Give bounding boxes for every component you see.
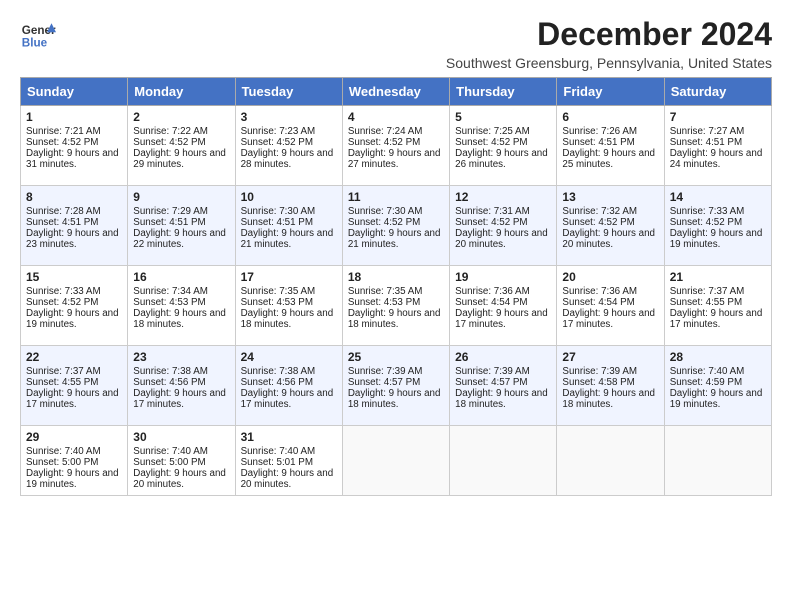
calendar-row-week3: 15 Sunrise: 7:33 AMSunset: 4:52 PMDaylig… (21, 266, 772, 346)
table-row: 21 Sunrise: 7:37 AMSunset: 4:55 PMDaylig… (664, 266, 771, 346)
col-wednesday: Wednesday (342, 78, 449, 106)
table-row: 6 Sunrise: 7:26 AMSunset: 4:51 PMDayligh… (557, 106, 664, 186)
col-monday: Monday (128, 78, 235, 106)
table-row: 8 Sunrise: 7:28 AMSunset: 4:51 PMDayligh… (21, 186, 128, 266)
table-row: 29 Sunrise: 7:40 AMSunset: 5:00 PMDaylig… (21, 426, 128, 496)
table-row: 24 Sunrise: 7:38 AMSunset: 4:56 PMDaylig… (235, 346, 342, 426)
page-header: General Blue December 2024 Southwest Gre… (20, 16, 772, 71)
table-row: 12 Sunrise: 7:31 AMSunset: 4:52 PMDaylig… (450, 186, 557, 266)
empty-cell (450, 426, 557, 496)
table-row: 17 Sunrise: 7:35 AMSunset: 4:53 PMDaylig… (235, 266, 342, 346)
calendar-row-week5: 29 Sunrise: 7:40 AMSunset: 5:00 PMDaylig… (21, 426, 772, 496)
logo-icon: General Blue (20, 16, 56, 52)
table-row: 3 Sunrise: 7:23 AMSunset: 4:52 PMDayligh… (235, 106, 342, 186)
calendar-table: Sunday Monday Tuesday Wednesday Thursday… (20, 77, 772, 496)
table-row: 18 Sunrise: 7:35 AMSunset: 4:53 PMDaylig… (342, 266, 449, 346)
table-row: 19 Sunrise: 7:36 AMSunset: 4:54 PMDaylig… (450, 266, 557, 346)
table-row: 15 Sunrise: 7:33 AMSunset: 4:52 PMDaylig… (21, 266, 128, 346)
table-row: 20 Sunrise: 7:36 AMSunset: 4:54 PMDaylig… (557, 266, 664, 346)
empty-cell (557, 426, 664, 496)
table-row: 28 Sunrise: 7:40 AMSunset: 4:59 PMDaylig… (664, 346, 771, 426)
col-friday: Friday (557, 78, 664, 106)
table-row: 25 Sunrise: 7:39 AMSunset: 4:57 PMDaylig… (342, 346, 449, 426)
table-row: 16 Sunrise: 7:34 AMSunset: 4:53 PMDaylig… (128, 266, 235, 346)
logo: General Blue (20, 16, 56, 52)
table-row: 1 Sunrise: 7:21 AMSunset: 4:52 PMDayligh… (21, 106, 128, 186)
table-row: 14 Sunrise: 7:33 AMSunset: 4:52 PMDaylig… (664, 186, 771, 266)
month-title: December 2024 (446, 16, 772, 53)
col-sunday: Sunday (21, 78, 128, 106)
title-area: December 2024 Southwest Greensburg, Penn… (446, 16, 772, 71)
svg-text:Blue: Blue (22, 37, 48, 50)
table-row: 22 Sunrise: 7:37 AMSunset: 4:55 PMDaylig… (21, 346, 128, 426)
calendar-row-week2: 8 Sunrise: 7:28 AMSunset: 4:51 PMDayligh… (21, 186, 772, 266)
calendar-row-week1: 1 Sunrise: 7:21 AMSunset: 4:52 PMDayligh… (21, 106, 772, 186)
table-row: 31 Sunrise: 7:40 AMSunset: 5:01 PMDaylig… (235, 426, 342, 496)
table-row: 7 Sunrise: 7:27 AMSunset: 4:51 PMDayligh… (664, 106, 771, 186)
table-row: 11 Sunrise: 7:30 AMSunset: 4:52 PMDaylig… (342, 186, 449, 266)
location-subtitle: Southwest Greensburg, Pennsylvania, Unit… (446, 55, 772, 71)
calendar-header-row: Sunday Monday Tuesday Wednesday Thursday… (21, 78, 772, 106)
table-row: 10 Sunrise: 7:30 AMSunset: 4:51 PMDaylig… (235, 186, 342, 266)
empty-cell (342, 426, 449, 496)
table-row: 23 Sunrise: 7:38 AMSunset: 4:56 PMDaylig… (128, 346, 235, 426)
empty-cell (664, 426, 771, 496)
table-row: 5 Sunrise: 7:25 AMSunset: 4:52 PMDayligh… (450, 106, 557, 186)
calendar-row-week4: 22 Sunrise: 7:37 AMSunset: 4:55 PMDaylig… (21, 346, 772, 426)
table-row: 2 Sunrise: 7:22 AMSunset: 4:52 PMDayligh… (128, 106, 235, 186)
table-row: 26 Sunrise: 7:39 AMSunset: 4:57 PMDaylig… (450, 346, 557, 426)
table-row: 13 Sunrise: 7:32 AMSunset: 4:52 PMDaylig… (557, 186, 664, 266)
table-row: 4 Sunrise: 7:24 AMSunset: 4:52 PMDayligh… (342, 106, 449, 186)
col-saturday: Saturday (664, 78, 771, 106)
col-thursday: Thursday (450, 78, 557, 106)
table-row: 9 Sunrise: 7:29 AMSunset: 4:51 PMDayligh… (128, 186, 235, 266)
table-row: 27 Sunrise: 7:39 AMSunset: 4:58 PMDaylig… (557, 346, 664, 426)
col-tuesday: Tuesday (235, 78, 342, 106)
table-row: 30 Sunrise: 7:40 AMSunset: 5:00 PMDaylig… (128, 426, 235, 496)
